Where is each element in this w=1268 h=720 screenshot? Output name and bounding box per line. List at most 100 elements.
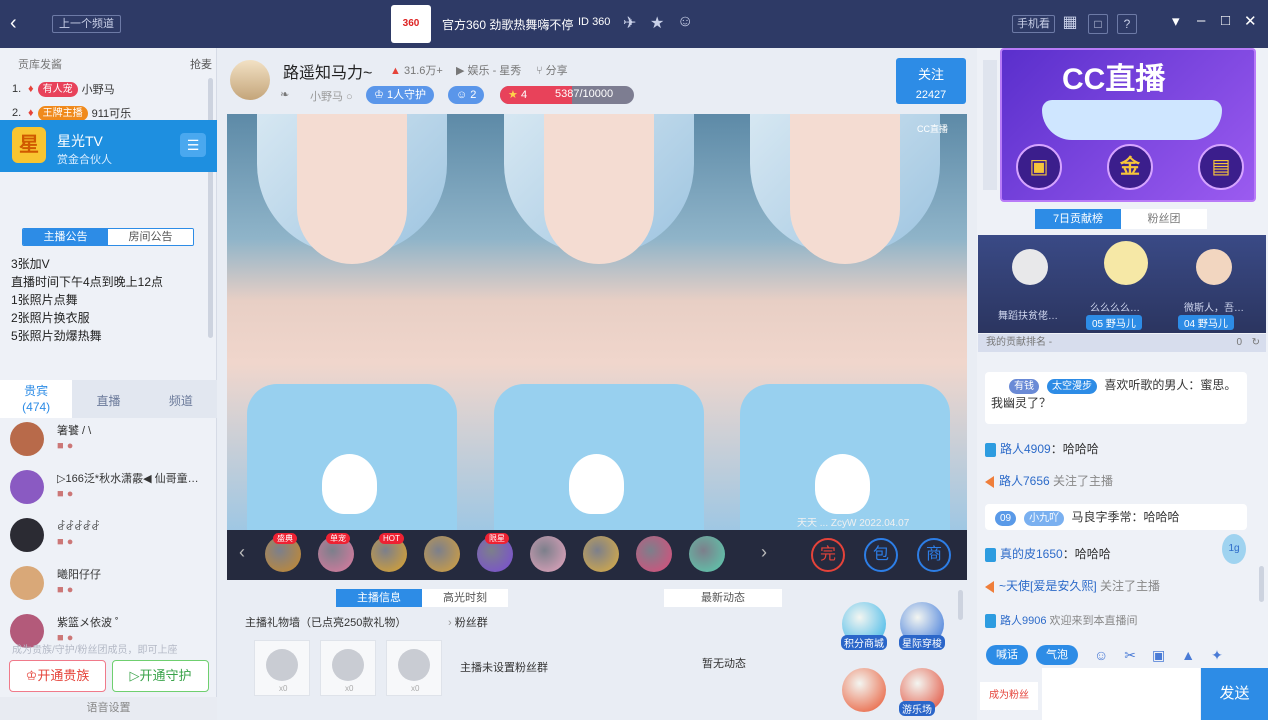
podium-avatar[interactable] [1196,249,1232,285]
gift-tag: 单宠 [326,533,350,544]
gift-slot[interactable]: x0 [254,640,310,696]
open-guard-button[interactable]: ▷开通守护 [112,660,209,692]
dropdown-icon[interactable]: ▾ [1172,12,1180,30]
side-feature-label: 星际穿梭 [899,635,945,650]
avatar[interactable] [10,518,44,552]
users-icon[interactable]: ☺ [677,13,693,31]
notice-line: 1张照片点舞 [11,293,78,307]
rank-row[interactable]: 1. ♦ 有人宠 小野马 [12,78,115,100]
phone-watch-button[interactable]: 手机看 [1012,15,1055,33]
side-feature-button[interactable] [842,668,886,712]
tab-host-notice[interactable]: 主播公告 [23,229,108,245]
tab-7day-rank[interactable]: 7日贡献榜 [1035,209,1121,229]
avatar[interactable] [10,566,44,600]
left-scrollbar[interactable] [208,78,213,338]
share-button[interactable]: ⑂ 分享 [536,62,568,78]
video-watermark: CC直播 [917,124,948,134]
guest-row[interactable]: ▷166泛*秋水潇霰◀ 仙哥童… ■ ● [10,470,210,510]
tab-live[interactable]: 直播 [72,380,144,418]
podium-label: 舞蹈扶贫佬… [998,311,1058,322]
video-player[interactable]: CC直播 天天 ... ZcyW 2022.04.07 [227,114,967,530]
notice-tabs: 主播公告 房间公告 [22,228,194,246]
station-name: 星光TV [57,133,103,149]
chat-scrollbar[interactable] [1259,566,1264,602]
guard-badge[interactable]: ♔ 1人守护 [366,86,435,104]
grid-icon[interactable]: ▦ [1060,14,1080,34]
tab-guests[interactable]: 贵宾 (474) [0,380,73,418]
bag-icon[interactable]: 包 [864,538,898,572]
open-noble-button[interactable]: ♔开通贵族 [9,660,106,692]
tab-room-notice[interactable]: 房间公告 [108,229,193,245]
gamepad-icon: ♦ [28,107,34,119]
rank-number: 1. [12,83,22,95]
pin-icon[interactable]: ✦ [1211,647,1223,664]
image-icon[interactable]: ▣ [1152,647,1165,664]
grab-mic-button[interactable]: 抢麦 [190,56,212,72]
drop-badge[interactable]: 1g [1222,534,1246,564]
gift-item[interactable] [689,536,725,572]
gift-tag: 盛典 [273,533,297,544]
latest-tab[interactable]: 最新动态 [664,589,782,607]
gift-item[interactable] [636,536,672,572]
guest-row[interactable]: 曦阳仔仔 ■ ● [10,566,210,606]
plane-icon[interactable]: ✈ [623,13,636,33]
back-icon[interactable]: ‹ [10,12,17,35]
side-feature-label: 游乐场 [899,701,935,716]
complete-icon[interactable]: 完 [811,538,845,572]
category-link[interactable]: ▶ 娱乐 - 星秀 [456,62,521,78]
rank-number: 2. [12,107,22,119]
host-subname: 小野马 ○ [310,91,353,103]
gift-slot[interactable]: x0 [320,640,376,696]
shout-button[interactable]: 喊话 [986,645,1028,665]
podium-avatar[interactable] [1104,241,1148,285]
become-fan-button[interactable]: 成为粉丝 [980,682,1038,710]
guest-row[interactable]: ꆀꆀꆀꆀꆀ ■ ● [10,518,210,558]
side-activity-tab[interactable] [983,60,997,190]
gift-item[interactable] [583,536,619,572]
gold-bar-icon: ▤ [1198,144,1244,190]
send-button[interactable]: 发送 [1201,668,1268,720]
chat-input[interactable] [1042,668,1200,720]
badge-icons: ■ ● [57,536,74,548]
minimize-icon[interactable]: – [1197,12,1205,29]
fans-badge[interactable]: ☺ 2 [448,86,485,104]
gift-next-icon[interactable]: › [761,542,767,563]
maximize-icon[interactable]: □ [1221,12,1230,29]
gift-slot[interactable]: x0 [386,640,442,696]
shop-icon[interactable]: 商 [917,538,951,572]
tab-channel[interactable]: 频道 [145,380,217,418]
tab-highlights[interactable]: 高光时刻 [422,589,508,607]
smile-icon[interactable]: ☺ [1094,647,1108,663]
station-banner[interactable]: 星 星光TV 赏金合伙人 ☰ [0,120,217,172]
guest-name: 曦阳仔仔 [57,569,101,581]
star-icon[interactable]: ★ [650,13,664,33]
crown-icon: ♔ [25,668,38,683]
bell-icon[interactable]: □ [1088,14,1108,34]
info-tabs: 主播信息 高光时刻 [336,589,508,607]
bag-icon[interactable]: ▲ [1181,647,1195,663]
podium-avatar[interactable] [1012,249,1048,285]
menu-icon[interactable]: ☰ [180,133,206,157]
tab-fan-club[interactable]: 粉丝团 [1121,209,1207,229]
gift-tag: HOT [379,533,404,544]
info-scrollbar[interactable] [958,590,963,620]
avatar[interactable] [10,422,44,456]
follow-button[interactable]: 关注 22427 [896,58,966,104]
promo-banner[interactable]: CC直播 ▣ 金 ▤ [1000,48,1256,202]
bubble-button[interactable]: 气泡 [1036,645,1078,665]
gift-item[interactable] [424,536,460,572]
help-icon[interactable]: ? [1117,14,1137,34]
gift-prev-icon[interactable]: ‹ [239,542,245,563]
avatar[interactable] [10,470,44,504]
host-avatar[interactable] [230,60,270,100]
prev-channel-button[interactable]: 上一个频道 [52,15,121,33]
gift-item[interactable] [530,536,566,572]
guest-row[interactable]: 箸饕 / \ ■ ● [10,422,210,462]
tab-host-info[interactable]: 主播信息 [336,589,422,607]
podium-rank: 04 野马儿 [1178,315,1234,330]
close-icon[interactable]: ✕ [1244,12,1257,30]
voice-settings[interactable]: 语音设置 [0,697,217,720]
fan-group-title: › 粉丝群 [448,617,488,629]
scissors-icon[interactable]: ✂ [1124,647,1136,664]
phone-icon [985,614,996,629]
